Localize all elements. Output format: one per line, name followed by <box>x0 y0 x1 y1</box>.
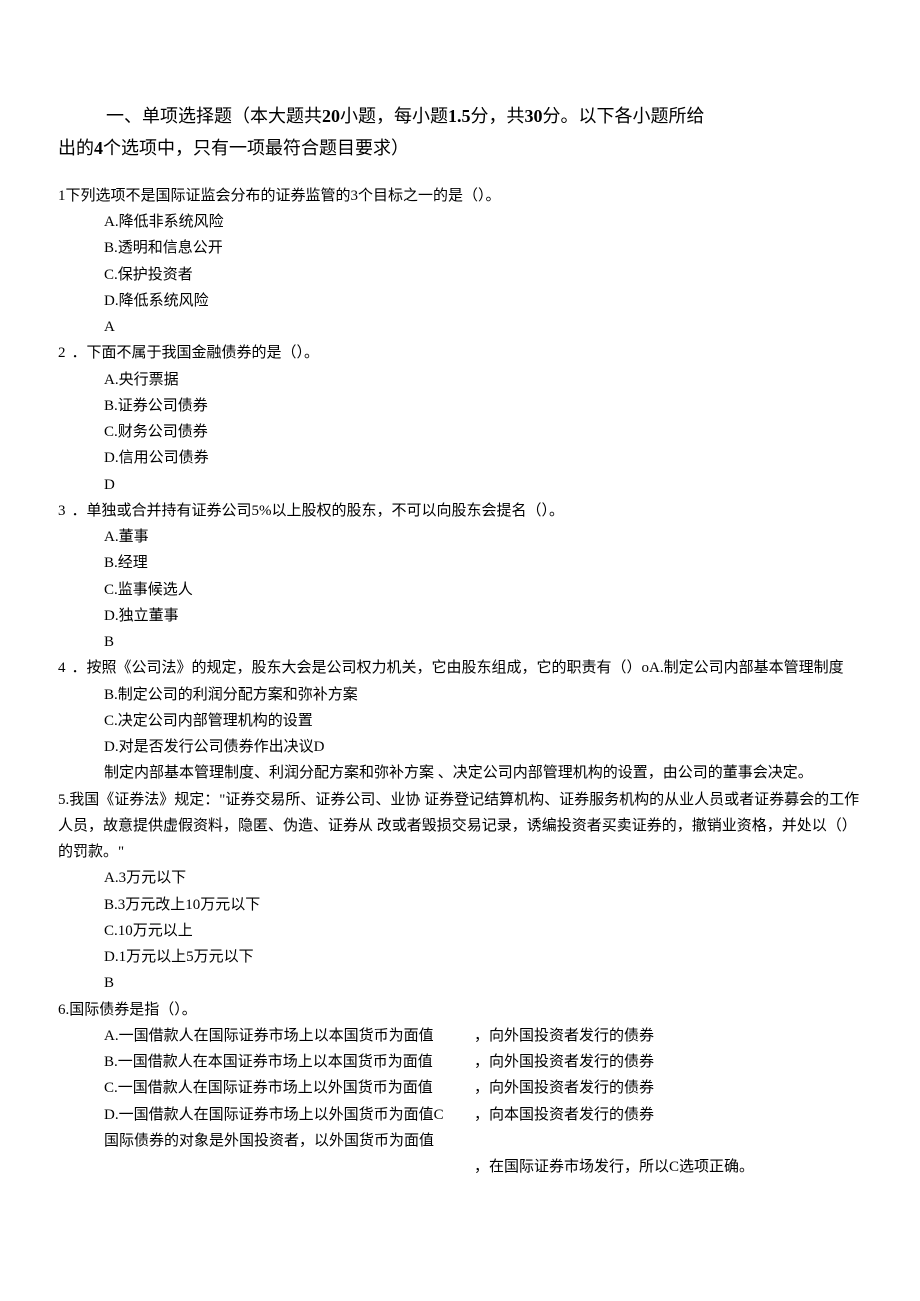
q5-option-b: B.3万元改上10万元以下 <box>104 892 862 918</box>
q6-option-c: C.一国借款人在国际证券市场上以外国货币为面值 ，向外国投资者发行的债券 <box>104 1075 862 1101</box>
q5-stem: 5.我国《证券法》规定："证券交易所、证券公司、业协 证券登记结算机构、证券服务… <box>58 787 862 866</box>
q6-c-right: ，向外国投资者发行的债券 <box>474 1075 862 1101</box>
q6-explain-right-empty <box>474 1128 862 1154</box>
n-options: 4 <box>94 138 103 158</box>
q3-option-d: D.独立董事 <box>104 603 862 629</box>
q3-stem: 3．单独或合并持有证券公司5%以上股权的股东，不可以向股东会提名（）。 <box>58 498 862 524</box>
q3-option-c: C.监事候选人 <box>104 577 862 603</box>
question-4: 4．按照《公司法》的规定，股东大会是公司权力机关，它由股东组成，它的职责有（）o… <box>58 655 862 786</box>
title-part1: 一、单项选择题（本大题共 <box>106 106 322 126</box>
q6-d-right: ，向本国投资者发行的债券 <box>474 1102 862 1128</box>
q4-option-b: B.制定公司的利润分配方案和弥补方案 <box>104 682 862 708</box>
question-1: 1下列选项不是国际证监会分布的证券监管的3个目标之一的是（）。 A.降低非系统风… <box>58 183 862 341</box>
total-points: 30 <box>525 106 543 126</box>
q6-a-left: A.一国借款人在国际证券市场上以本国货币为面值 <box>104 1023 474 1049</box>
q6-option-a: A.一国借款人在国际证券市场上以本国货币为面值 ，向外国投资者发行的债券 <box>104 1023 862 1049</box>
q6-option-d: D.一国借款人在国际证券市场上以外国货币为面值C ，向本国投资者发行的债券 <box>104 1102 862 1128</box>
q6-d-left: D.一国借款人在国际证券市场上以外国货币为面值C <box>104 1102 474 1128</box>
q4-option-d: D.对是否发行公司债券作出决议D <box>104 734 862 760</box>
question-2: 2．下面不属于我国金融债券的是（）。 A.央行票据 B.证券公司债券 C.财务公… <box>58 340 862 498</box>
q3-answer: B <box>58 629 862 655</box>
q1-option-a: A.降低非系统风险 <box>104 209 862 235</box>
q4-stem: 4．按照《公司法》的规定，股东大会是公司权力机关，它由股东组成，它的职责有（）o… <box>58 655 862 681</box>
q6-explain-left: 国际债券的对象是外国投资者，以外国货币为面值 <box>104 1128 474 1154</box>
q5-option-d: D.1万元以上5万元以下 <box>104 944 862 970</box>
q1-stem: 1下列选项不是国际证监会分布的证券监管的3个目标之一的是（）。 <box>58 183 862 209</box>
q2-stem: 2．下面不属于我国金融债券的是（）。 <box>58 340 862 366</box>
n-questions: 20 <box>322 106 340 126</box>
q2-option-a: A.央行票据 <box>104 367 862 393</box>
q2-option-c: C.财务公司债券 <box>104 419 862 445</box>
points-each: 1.5 <box>448 106 471 126</box>
q6-option-b: B.一国借款人在本国证券市场上以本国货币为面值 ，向外国投资者发行的债券 <box>104 1049 862 1075</box>
q3-option-a: A.董事 <box>104 524 862 550</box>
q1-options: A.降低非系统风险 B.透明和信息公开 C.保护投资者 D.降低系统风险 <box>58 209 862 314</box>
q6-explain-right: ，在国际证券市场发行，所以C选项正确。 <box>474 1154 862 1180</box>
title-part4: 分。以下各小题所给 <box>543 106 705 126</box>
q4-stem-text: ．按照《公司法》的规定，股东大会是公司权力机关，它由股东组成，它的职责有（）oA… <box>72 660 844 676</box>
q2-answer: D <box>58 472 862 498</box>
q6-c-left: C.一国借款人在国际证券市场上以外国货币为面值 <box>104 1075 474 1101</box>
q1-answer: A <box>58 314 862 340</box>
q6-b-right: ，向外国投资者发行的债券 <box>474 1049 862 1075</box>
q4-options: B.制定公司的利润分配方案和弥补方案 C.决定公司内部管理机构的设置 D.对是否… <box>58 682 862 761</box>
q5-option-a: A.3万元以下 <box>104 865 862 891</box>
title-part3: 分，共 <box>471 106 525 126</box>
q3-num: 3 <box>58 503 72 519</box>
q4-num: 4 <box>58 660 72 676</box>
q3-options: A.董事 B.经理 C.监事候选人 D.独立董事 <box>58 524 862 629</box>
q2-num: 2 <box>58 345 72 361</box>
question-6: 6.国际债券是指（）。 A.一国借款人在国际证券市场上以本国货币为面值 ，向外国… <box>58 997 862 1181</box>
q3-option-b: B.经理 <box>104 550 862 576</box>
q1-option-c: C.保护投资者 <box>104 262 862 288</box>
q6-stem: 6.国际债券是指（）。 <box>58 997 862 1023</box>
q1-option-b: B.透明和信息公开 <box>104 235 862 261</box>
section-title: 一、单项选择题（本大题共20小题，每小题1.5分，共30分。以下各小题所给 出的… <box>58 100 862 165</box>
q2-stem-text: ．下面不属于我国金融债券的是（）。 <box>72 345 320 361</box>
q2-options: A.央行票据 B.证券公司债券 C.财务公司债券 D.信用公司债券 <box>58 367 862 472</box>
q2-option-b: B.证券公司债券 <box>104 393 862 419</box>
question-3: 3．单独或合并持有证券公司5%以上股权的股东，不可以向股东会提名（）。 A.董事… <box>58 498 862 656</box>
q6-options: A.一国借款人在国际证券市场上以本国货币为面值 ，向外国投资者发行的债券 B.一… <box>58 1023 862 1181</box>
q4-option-c: C.决定公司内部管理机构的设置 <box>104 708 862 734</box>
title-line2-part2: 个选项中，只有一项最符合题目要求） <box>103 138 409 158</box>
q2-option-d: D.信用公司债券 <box>104 445 862 471</box>
title-part2: 小题，每小题 <box>340 106 448 126</box>
q5-option-c: C.10万元以上 <box>104 918 862 944</box>
q3-stem-text: ．单独或合并持有证券公司5%以上股权的股东，不可以向股东会提名（）。 <box>72 503 565 519</box>
title-line2-part1: 出的 <box>58 138 94 158</box>
q4-explain: 制定内部基本管理制度、利润分配方案和弥补方案 、决定公司内部管理机构的设置，由公… <box>58 760 862 786</box>
q1-option-d: D.降低系统风险 <box>104 288 862 314</box>
question-5: 5.我国《证券法》规定："证券交易所、证券公司、业协 证券登记结算机构、证券服务… <box>58 787 862 997</box>
q6-a-right: ，向外国投资者发行的债券 <box>474 1023 862 1049</box>
q6-b-left: B.一国借款人在本国证券市场上以本国货币为面值 <box>104 1049 474 1075</box>
q6-explain-row2: ，在国际证券市场发行，所以C选项正确。 <box>104 1154 862 1180</box>
q6-explain-left-empty <box>104 1154 474 1180</box>
q5-options: A.3万元以下 B.3万元改上10万元以下 C.10万元以上 D.1万元以上5万… <box>58 865 862 970</box>
q6-explain-row1: 国际债券的对象是外国投资者，以外国货币为面值 <box>104 1128 862 1154</box>
q5-answer: B <box>58 970 862 996</box>
